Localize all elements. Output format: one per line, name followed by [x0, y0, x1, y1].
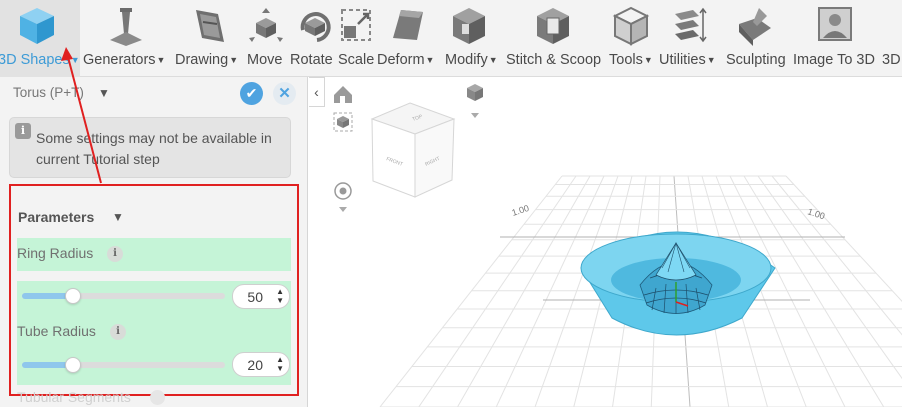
chevron-down-icon: ▼ — [156, 55, 166, 65]
properties-panel: Torus (P+T) ▼ ✔ ✕ i Some settings may no… — [0, 77, 308, 407]
grid-line — [757, 175, 902, 380]
generator-icon — [110, 8, 142, 46]
panel-title: Torus (P+T) — [13, 85, 84, 100]
toolbar-3d-shapes[interactable]: 3D Shapes▼ — [0, 0, 80, 77]
ring-radius-stepper[interactable]: 50 ▲ ▼ — [232, 284, 290, 309]
ring-radius-label: Ring Radius — [17, 245, 94, 261]
ring-radius-slider[interactable] — [22, 288, 225, 304]
toolbar-3d[interactable]: 3D — [882, 0, 902, 77]
grid-line — [379, 175, 563, 407]
toolbar-image-to-3d[interactable]: Image To 3D — [793, 0, 882, 77]
toolbar-label: Tools — [609, 52, 643, 68]
toolbar-tools[interactable]: Tools▼ — [609, 0, 657, 77]
parameters-section: Parameters ▼ Ring Radius i 50 ▲ ▼ Tube Ra… — [9, 184, 299, 396]
chevron-down-icon: ▼ — [425, 55, 435, 65]
ring-radius-control-row: 50 ▲ ▼ — [17, 281, 291, 313]
tube-radius-control-row: 20 ▲ ▼ — [17, 348, 291, 385]
chevron-down-icon: ▼ — [643, 55, 653, 65]
toolbar-deform[interactable]: Deform▼ — [377, 0, 441, 77]
utilities-icon — [675, 7, 707, 43]
toolbar-label: Drawing — [175, 52, 229, 68]
info-icon[interactable]: i — [107, 246, 123, 262]
grid-label-right: 1.00 — [806, 206, 826, 221]
deform-icon — [393, 10, 423, 40]
toolbar-label: Image To 3D — [793, 52, 875, 68]
toolbar-move[interactable]: Move — [244, 0, 290, 77]
rotate-icon — [300, 12, 331, 42]
info-icon[interactable]: i — [110, 324, 126, 340]
toolbar-stitch-scoop[interactable]: Stitch & Scoop — [503, 0, 609, 77]
tube-radius-value[interactable]: 20 — [247, 357, 263, 373]
stepper-arrows-icon[interactable]: ▲ ▼ — [276, 287, 284, 305]
chevron-down-icon: ▼ — [706, 55, 716, 65]
chevron-down-icon: ▼ — [229, 55, 239, 65]
orbit-icon[interactable] — [334, 182, 352, 212]
slider-knob[interactable] — [64, 288, 81, 304]
ring-radius-value[interactable]: 50 — [247, 289, 263, 305]
slider-knob[interactable] — [64, 357, 81, 373]
tube-radius-label-row: Tube Radius i — [17, 313, 291, 348]
view-fit-icon[interactable] — [333, 112, 353, 132]
grid-line — [418, 175, 577, 407]
view-cube[interactable]: TOP FRONT RIGHT — [370, 102, 456, 198]
image-to-3d-icon — [818, 7, 852, 41]
3d-viewport[interactable]: ‹ TOP FRONT RIGHT 1.00 1.00 — [309, 77, 902, 407]
check-icon: ✔ — [245, 85, 258, 101]
toolbar-label: Modify — [445, 52, 488, 68]
drawing-icon — [196, 10, 224, 42]
toolbar-modify[interactable]: Modify▼ — [441, 0, 503, 77]
toolbar-label: Move — [247, 52, 283, 68]
home-icon[interactable] — [334, 86, 352, 103]
caret-down-icon[interactable]: ▼ — [98, 86, 110, 100]
toolbar-label: 3D Shapes — [0, 52, 70, 68]
tube-radius-label: Tube Radius — [17, 323, 96, 339]
main-toolbar: 3D Shapes▼ Generators▼ Drawing▼ Move Rot… — [0, 0, 902, 77]
chevron-down-icon: ▼ — [70, 55, 80, 65]
tutorial-notice: i Some settings may not be available in … — [9, 117, 291, 178]
close-icon: ✕ — [278, 85, 291, 102]
toolbar-label: Deform — [377, 52, 425, 68]
toolbar-label: Sculpting — [726, 52, 786, 68]
toolbar-label: Rotate — [290, 52, 333, 68]
toolbar-sculpting[interactable]: Sculpting — [725, 0, 793, 77]
toolbar-label: 3D — [882, 52, 901, 68]
notice-text: Some settings may not be available in cu… — [36, 130, 272, 167]
chevron-down-icon: ▼ — [488, 55, 498, 65]
stepper-arrows-icon[interactable]: ▲ ▼ — [276, 355, 284, 373]
torus-object[interactable] — [580, 231, 776, 336]
grid-line — [785, 175, 902, 302]
tube-radius-stepper[interactable]: 20 ▲ ▼ — [232, 352, 290, 377]
cube-icon — [20, 8, 54, 44]
info-icon: i — [15, 123, 31, 139]
toolbar-scale[interactable]: Scale — [338, 0, 377, 77]
toolbar-label: Stitch & Scoop — [506, 52, 602, 68]
confirm-button[interactable]: ✔ — [240, 82, 263, 105]
toolbar-label: Utilities — [659, 52, 706, 68]
toolbar-label: Scale — [338, 52, 375, 68]
cancel-button[interactable]: ✕ — [273, 82, 296, 105]
toolbar-drawing[interactable]: Drawing▼ — [172, 0, 244, 77]
scale-icon — [341, 9, 371, 41]
tube-radius-slider[interactable] — [22, 357, 225, 373]
grid-line — [771, 175, 902, 336]
toolbar-utilities[interactable]: Utilities▼ — [657, 0, 725, 77]
info-icon — [150, 390, 165, 405]
stitch-scoop-icon — [537, 8, 569, 44]
camera-view-icon[interactable] — [467, 84, 483, 118]
caret-down-icon[interactable]: ▼ — [112, 210, 124, 224]
tubular-segments-label: Tubular Segments — [17, 389, 131, 405]
sculpting-icon — [739, 8, 771, 46]
tools-icon — [612, 6, 650, 46]
ring-radius-label-row: Ring Radius i — [17, 238, 291, 271]
toolbar-rotate[interactable]: Rotate — [290, 0, 339, 77]
toolbar-label: Generators — [83, 52, 156, 68]
grid-label-left: 1.00 — [511, 203, 531, 218]
scene-canvas[interactable]: TOP FRONT RIGHT 1.00 1.00 — [309, 77, 902, 407]
toolbar-generators[interactable]: Generators▼ — [80, 0, 172, 77]
modify-icon — [453, 8, 485, 44]
move-icon — [249, 8, 283, 42]
parameters-title: Parameters — [18, 209, 95, 225]
